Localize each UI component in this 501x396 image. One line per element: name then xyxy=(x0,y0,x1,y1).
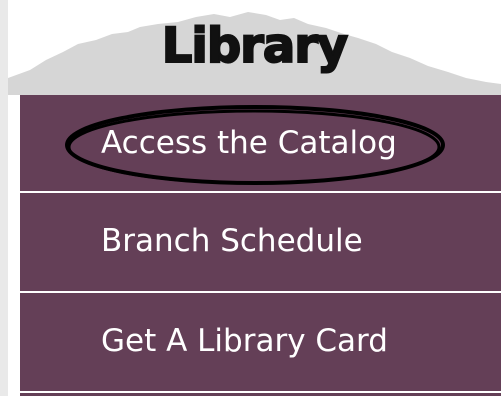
library-widget: Library Access the Catalog Branch Schedu… xyxy=(0,0,501,396)
library-menu: Access the Catalog Branch Schedule Get A… xyxy=(20,95,501,396)
library-header: Library xyxy=(8,0,501,95)
menu-item-library-card[interactable]: Get A Library Card xyxy=(20,293,501,389)
menu-item-label: Branch Schedule xyxy=(101,223,363,259)
menu-item-label: Get A Library Card xyxy=(101,323,388,359)
menu-item-branch-schedule[interactable]: Branch Schedule xyxy=(20,193,501,289)
page-title: Library xyxy=(161,17,349,75)
menu-divider xyxy=(20,391,501,393)
menu-item-access-catalog[interactable]: Access the Catalog xyxy=(20,95,501,191)
left-border xyxy=(0,0,8,396)
menu-item-label: Access the Catalog xyxy=(101,125,397,161)
